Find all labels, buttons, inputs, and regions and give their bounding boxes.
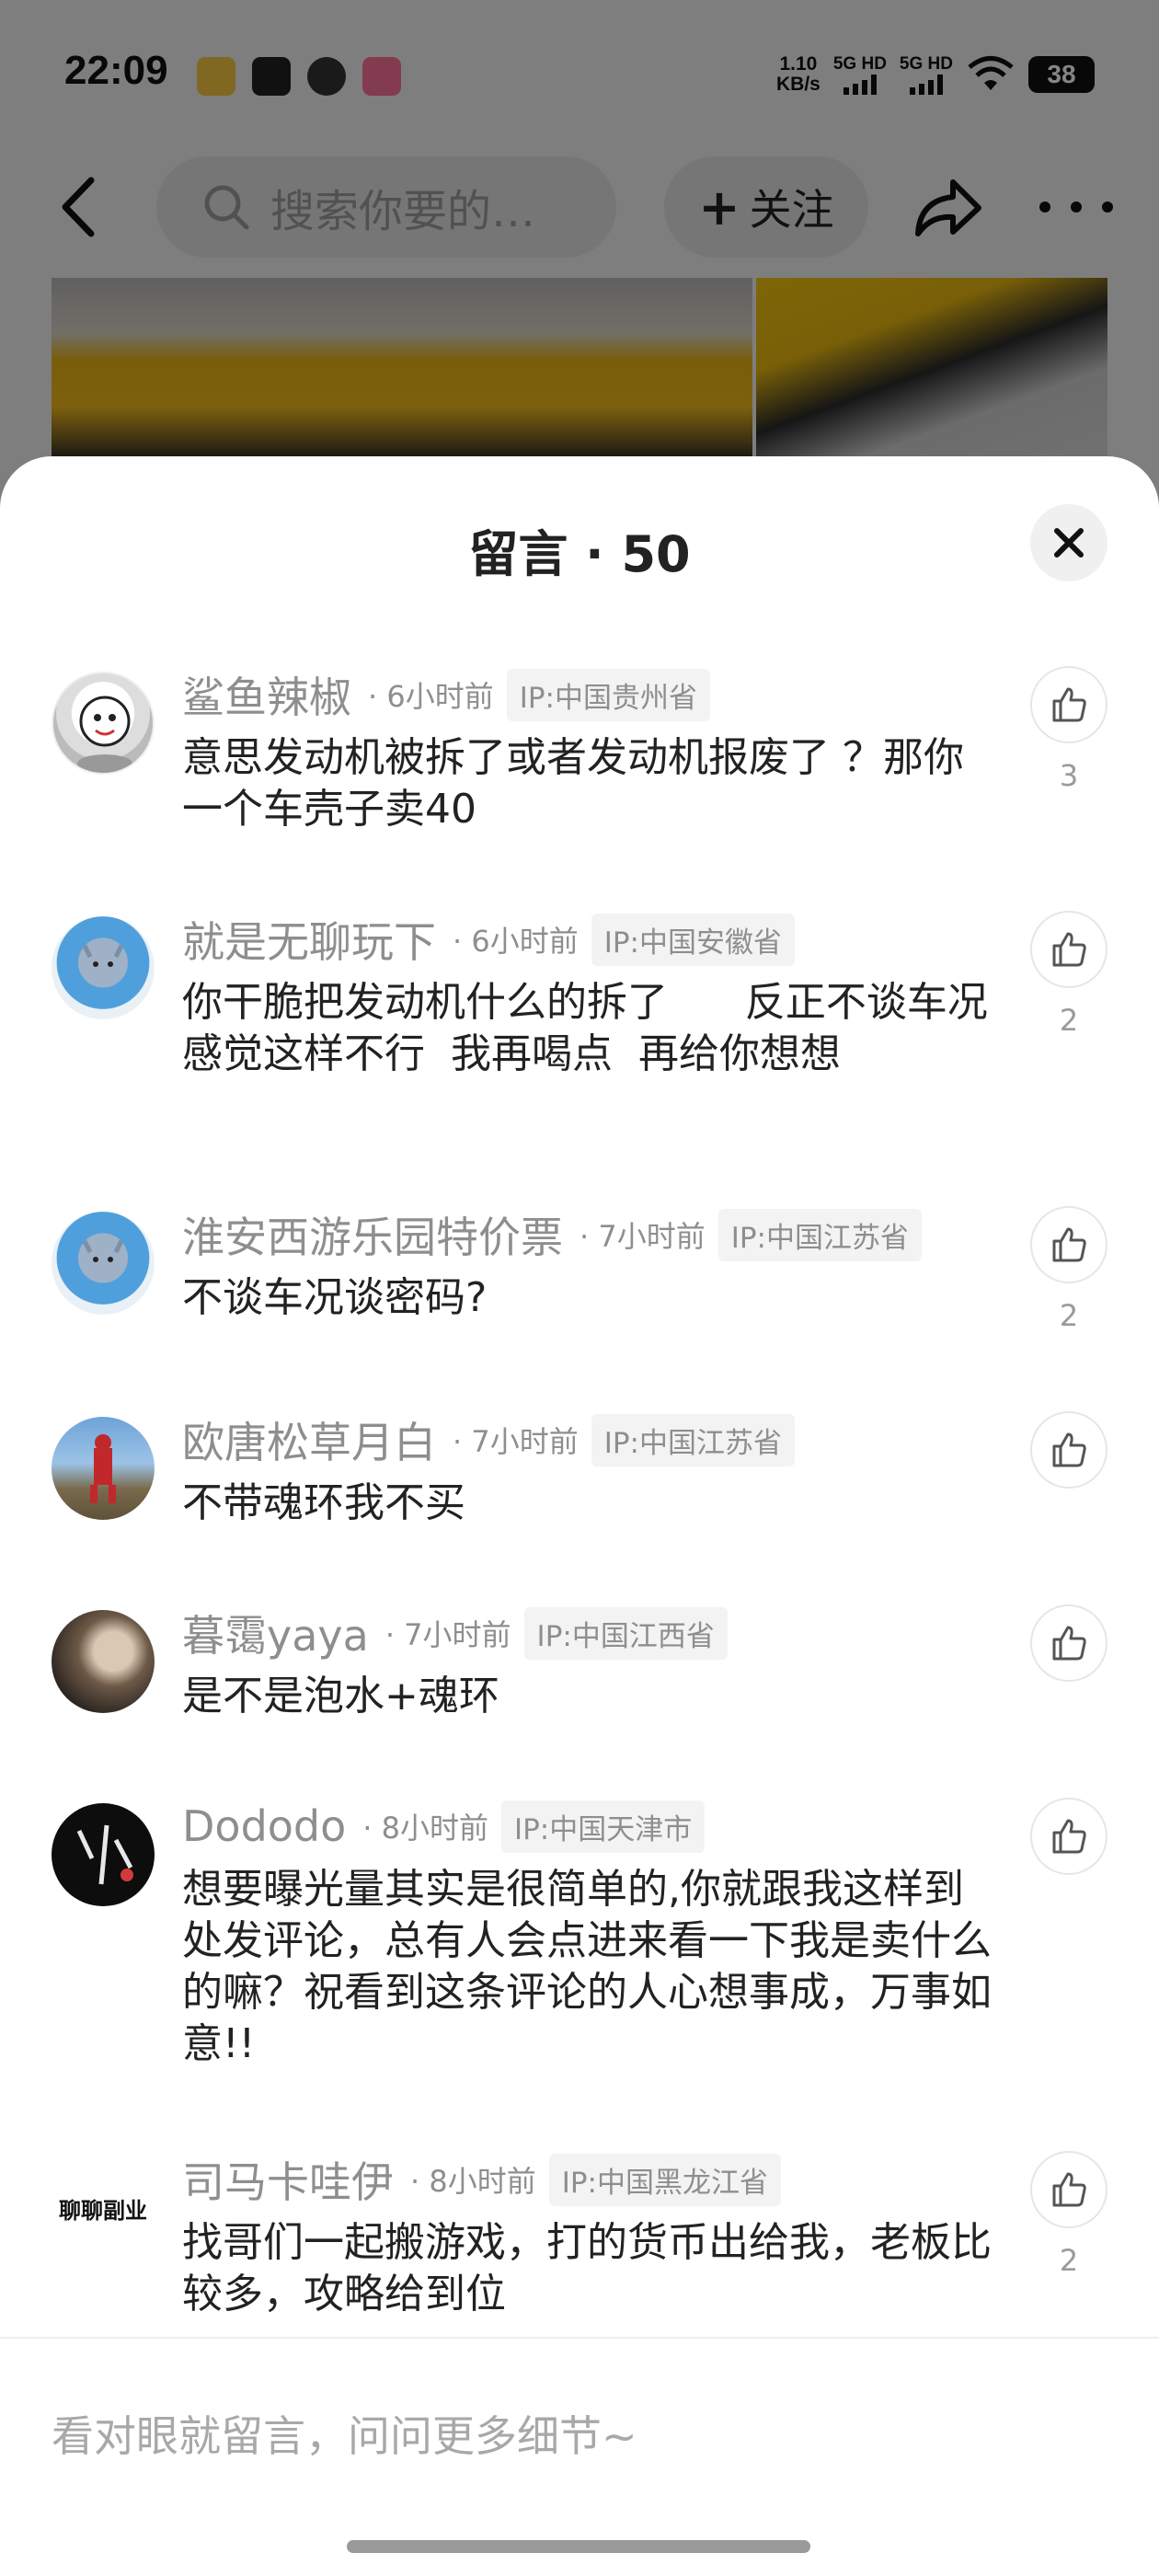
avatar[interactable] (52, 1803, 155, 1906)
thumbs-up-icon (1052, 1227, 1086, 1262)
like-button[interactable] (1030, 1798, 1107, 1875)
ip-location-tag: IP:中国江西省 (523, 1606, 728, 1660)
like-count: 3 (1059, 758, 1079, 793)
thumbs-up-icon (1052, 1432, 1086, 1467)
avatar[interactable] (52, 1417, 155, 1520)
comment-meta: 司马卡哇伊 · 8小时前 IP:中国黑龙江省 (182, 2151, 781, 2208)
comment-text[interactable]: 你干脆把发动机什么的拆了 反正不谈车况 感觉这样不行 我再喝点 再给你想想 (182, 977, 992, 1080)
ip-location-tag: IP:中国贵州省 (506, 668, 710, 721)
comment-text[interactable]: 意思发动机被拆了或者发动机报废了 ？那你一个车壳子卖40 (182, 732, 992, 835)
avatar-sketch (77, 696, 132, 773)
comment-text[interactable]: 不谈车况谈密码? (182, 1272, 992, 1324)
thumbs-up-icon (1052, 687, 1086, 722)
like-button[interactable] (1030, 911, 1107, 988)
thumbs-up-icon (1052, 1626, 1086, 1661)
avatar-calligraphy (76, 1824, 133, 1885)
thumbs-up-icon (1052, 2172, 1086, 2207)
comment-username[interactable]: 司马卡哇伊 (182, 2149, 394, 2210)
avatar-cat (82, 1239, 124, 1262)
avatar[interactable]: 聊聊副业 (52, 2156, 155, 2260)
thumbs-up-icon (1052, 1819, 1086, 1854)
like-button[interactable] (1030, 666, 1107, 743)
avatar[interactable] (52, 916, 155, 1019)
comment-time: · 6小时前 (368, 679, 494, 714)
avatar-cat (82, 944, 124, 967)
comment-username[interactable]: 就是无聊玩下 (182, 909, 436, 970)
comment-meta: 就是无聊玩下 · 6小时前 IP:中国安徽省 (182, 911, 795, 968)
like-button[interactable] (1030, 1411, 1107, 1489)
avatar[interactable] (52, 1610, 155, 1713)
ip-location-tag: IP:中国江苏省 (591, 1413, 795, 1466)
comment-time: · 8小时前 (362, 1811, 488, 1846)
comment-text[interactable]: 不带魂环我不买 (182, 1478, 992, 1529)
like-count: 2 (1059, 1003, 1079, 1038)
comment-time: · 7小时前 (384, 1617, 511, 1652)
avatar-text: 聊聊副业 (59, 2196, 147, 2224)
home-indicator[interactable] (347, 2540, 810, 2553)
sheet-title: 留言 · 50 (468, 525, 691, 583)
comment-input-placeholder[interactable]: 看对眼就留言，问问更多细节~ (52, 2403, 637, 2464)
thumbs-up-icon (1052, 932, 1086, 967)
comment-username[interactable]: 欧唐松草月白 (182, 1409, 436, 1470)
comment-text[interactable]: 想要曝光量其实是很简单的,你就跟我这样到处发评论，总有人会点进来看一下我是卖什么… (182, 1864, 992, 2070)
like-count: 2 (1059, 2243, 1079, 2278)
comment-meta: 鲨鱼辣椒 · 6小时前 IP:中国贵州省 (182, 666, 710, 723)
avatar[interactable] (52, 672, 155, 775)
like-button[interactable] (1030, 2151, 1107, 2228)
comment-time: · 7小时前 (453, 1424, 579, 1459)
comment-time: · 7小时前 (580, 1219, 706, 1254)
comment-meta: Dododo · 8小时前 IP:中国天津市 (182, 1798, 706, 1855)
comment-username[interactable]: Dododo (182, 1801, 346, 1851)
ip-location-tag: IP:中国江苏省 (717, 1208, 922, 1261)
like-button[interactable] (1030, 1206, 1107, 1283)
comment-time: · 8小时前 (410, 2164, 536, 2199)
comment-time: · 6小时前 (453, 924, 579, 959)
ip-location-tag: IP:中国安徽省 (591, 913, 795, 966)
like-button[interactable] (1030, 1604, 1107, 1682)
ip-location-tag: IP:中国黑龙江省 (548, 2153, 781, 2206)
avatar[interactable] (52, 1212, 155, 1315)
comment-username[interactable]: 暮霭yaya (182, 1603, 369, 1663)
comment-text[interactable]: 是不是泡水+魂环 (182, 1671, 992, 1722)
comment-username[interactable]: 鲨鱼辣椒 (182, 664, 351, 725)
ip-location-tag: IP:中国天津市 (500, 1800, 706, 1853)
avatar-figure (90, 1434, 116, 1503)
close-icon (1054, 528, 1084, 558)
comment-text[interactable]: 找哥们一起搬游戏，打的货币出给我，老板比较多，攻略给到位 (182, 2217, 992, 2320)
dim-overlay[interactable] (0, 0, 1159, 515)
comments-sheet: 留言 · 50 鲨鱼辣椒 · 6小时前 IP:中国贵州省 意思发动机被拆了或者发… (0, 456, 1159, 2576)
comment-username[interactable]: 淮安西游乐园特价票 (182, 1204, 563, 1265)
close-button[interactable] (1030, 504, 1107, 581)
background-page: 22:09 1.10 KB/s 5G HD 5G HD 38 搜索你要的… + … (0, 0, 1159, 515)
comment-meta: 淮安西游乐园特价票 · 7小时前 IP:中国江苏省 (182, 1206, 922, 1263)
comment-meta: 欧唐松草月白 · 7小时前 IP:中国江苏省 (182, 1411, 795, 1468)
comment-meta: 暮霭yaya · 7小时前 IP:中国江西省 (182, 1604, 728, 1662)
like-count: 2 (1059, 1298, 1079, 1333)
